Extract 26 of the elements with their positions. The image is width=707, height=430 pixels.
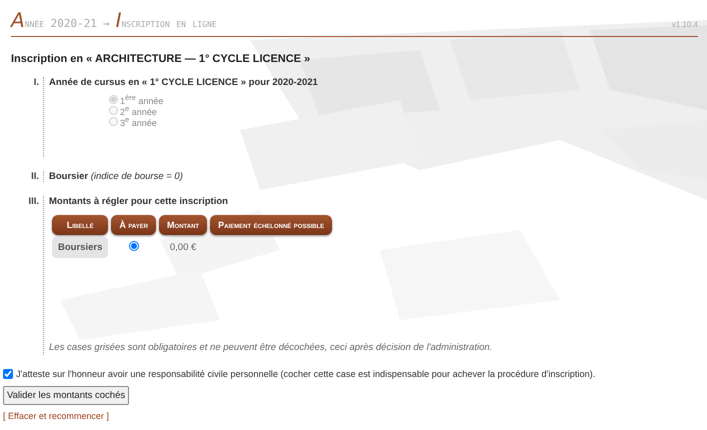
section-title: Boursier (indice de bourse = 0) (49, 171, 183, 182)
version-label: v1.10.4 (672, 20, 698, 29)
section-title: Année de cursus en « 1° CYCLE LICENCE » pour 2020-2021 (49, 77, 318, 88)
section-title: Montants à régler pour cette inscription (49, 196, 228, 207)
attestation-label: J'atteste sur l'honneur avoir une responsabilité civile personnelle (cocher cette case est indispensable pour achever la procédure d'inscription). (16, 369, 596, 379)
attestation-checkbox[interactable] (3, 369, 13, 379)
column-header: Libellé (52, 215, 108, 235)
reset-link[interactable]: [ Effacer et recommencer ] (3, 411, 109, 421)
column-header: À payer (111, 215, 156, 235)
section-number: II. (30, 171, 39, 182)
section-number: III. (27, 196, 39, 209)
column-header: Paiement échelonné possible (210, 215, 332, 235)
pay-radio[interactable] (128, 241, 139, 251)
radio-label: 1$^{ère}$ année (120, 93, 164, 106)
amount-cell-text: 0,00 € (168, 241, 198, 255)
year-title: Année 2020-21 (11, 8, 97, 32)
page-title: Inscription en ligne (116, 8, 217, 32)
column-header: Montant (159, 215, 208, 235)
section-number: I. (32, 77, 39, 90)
radio-label: 3$^{e}$ année (120, 115, 157, 128)
arrow-separator: → (102, 17, 110, 30)
page-heading: Inscription en « ARCHITECTURE — 1° CYCLE LICENCE » (11, 53, 312, 65)
submit-button[interactable]: Valider les montants cochés (3, 386, 130, 405)
radio-label: 2$^{e}$ année (120, 104, 157, 117)
note-text: Les cases grisées sont obligatoires et ne peuvent être décochées, ceci après décision de l'administration. (49, 342, 494, 355)
row-label: Boursiers (52, 237, 108, 258)
